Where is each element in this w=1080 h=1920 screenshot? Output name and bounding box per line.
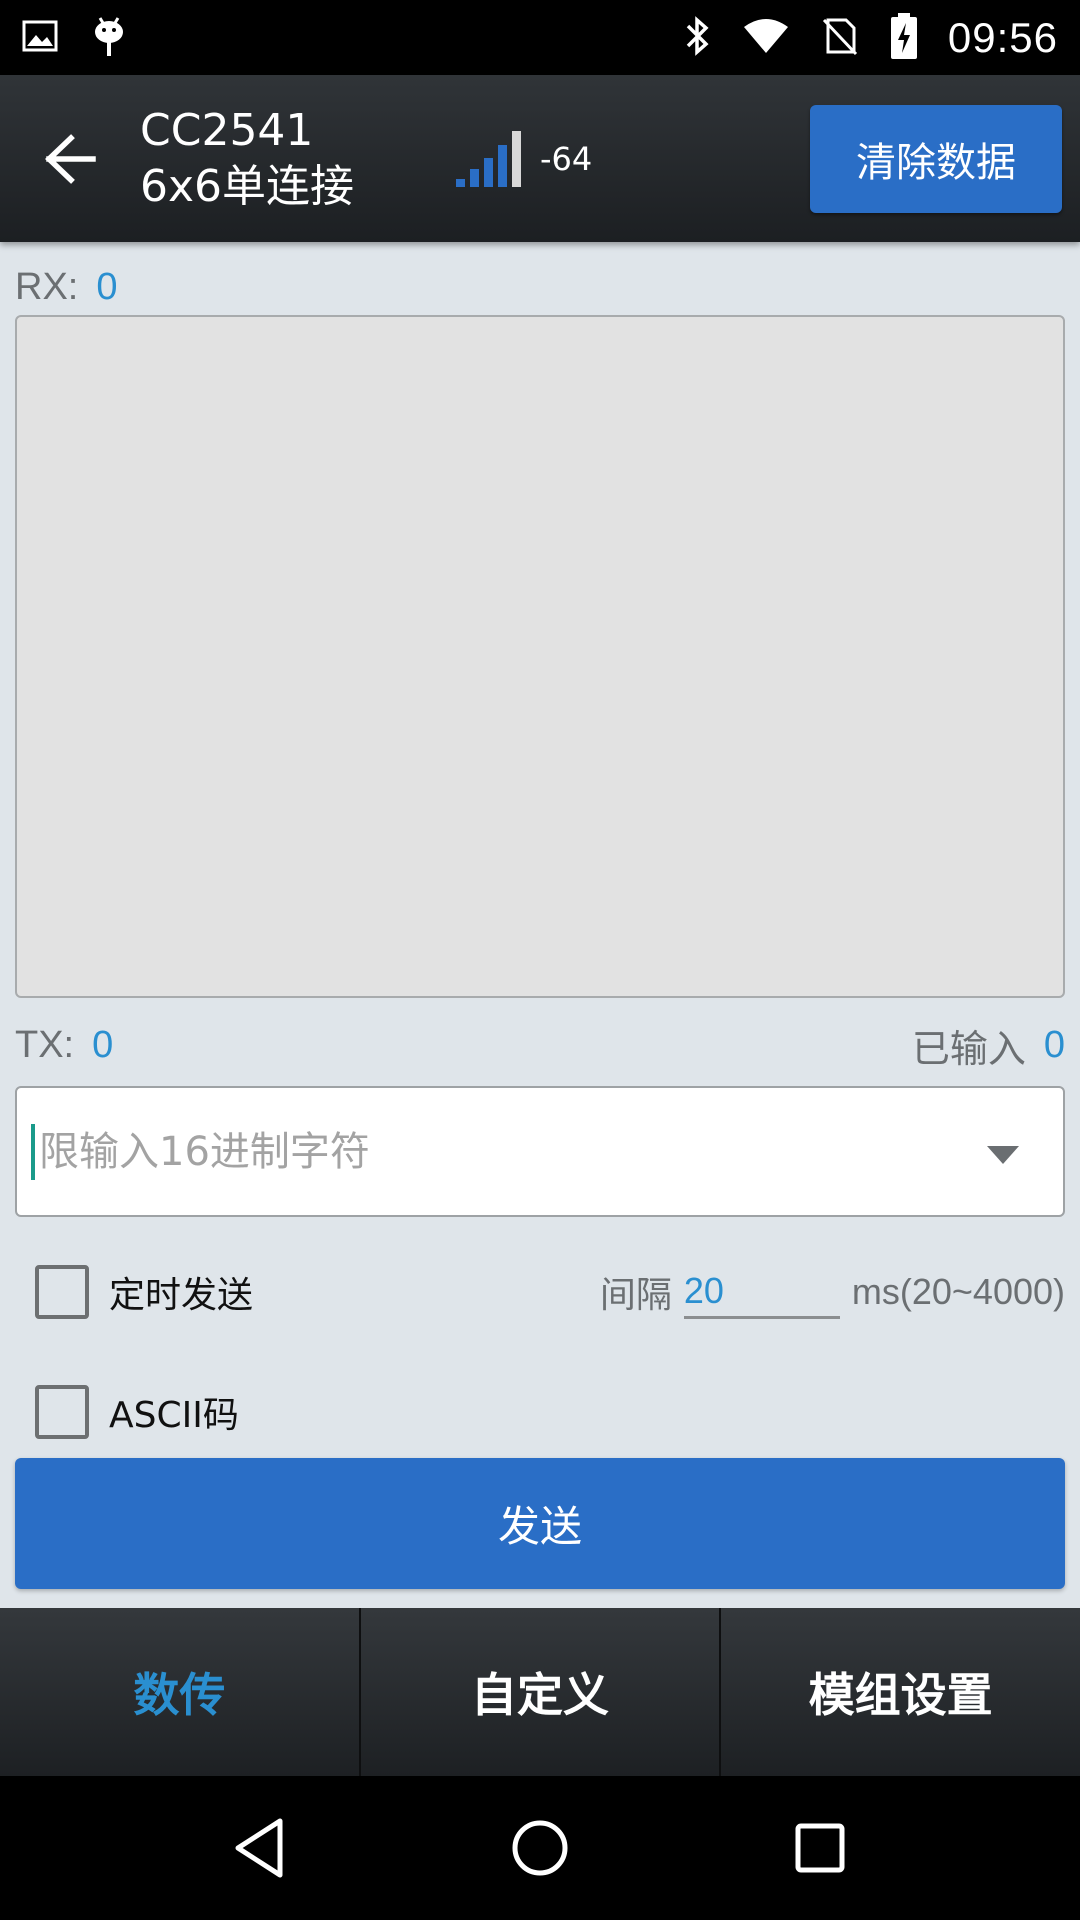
arrow-left-icon: [45, 133, 96, 184]
tx-row: TX: 0 已输入 0: [15, 1018, 1065, 1073]
signal-strength: -64: [454, 129, 592, 189]
timer-send-row: 定时发送 间隔 ms(20~4000): [35, 1262, 1065, 1322]
system-nav-bar: [0, 1776, 1080, 1920]
ascii-checkbox[interactable]: [35, 1385, 89, 1439]
tx-count: 0: [92, 1023, 114, 1066]
device-subtitle: 6x6单连接: [140, 160, 355, 212]
tab-data-transfer[interactable]: 数传: [0, 1608, 361, 1776]
entered-counter: 已输入 0: [912, 1018, 1065, 1073]
interval-unit: ms(20~4000): [851, 1271, 1065, 1312]
tx-label: TX:: [15, 1023, 75, 1066]
timer-send-label: 定时发送: [109, 1275, 254, 1316]
entered-label: 已输入: [911, 1028, 1026, 1071]
tab-custom[interactable]: 自定义: [361, 1608, 722, 1776]
text-caret: [31, 1123, 35, 1180]
ascii-row: ASCII码: [35, 1382, 239, 1442]
bottom-tab-bar: 数传 自定义 模组设置: [0, 1608, 1080, 1776]
tab-module-settings[interactable]: 模组设置: [721, 1608, 1080, 1776]
rx-label: RX:: [15, 265, 79, 308]
app-header: CC2541 6x6单连接 -64 清除数据: [0, 75, 1080, 242]
interval-group: 间隔 ms(20~4000): [599, 1265, 1065, 1319]
wifi-icon: [742, 17, 790, 59]
send-button[interactable]: 发送: [15, 1458, 1065, 1589]
no-sim-icon: [820, 16, 860, 60]
dropdown-arrow-icon[interactable]: [987, 1146, 1019, 1164]
nav-recents-icon: [795, 1823, 845, 1873]
rx-data-area[interactable]: [15, 315, 1065, 998]
rx-count: 0: [96, 265, 118, 308]
rssi-value: -64: [540, 139, 593, 178]
battery-charging-icon: [890, 12, 918, 63]
interval-input[interactable]: [683, 1265, 840, 1319]
rx-row: RX: 0: [15, 262, 1065, 312]
interval-label: 间隔: [599, 1275, 672, 1316]
device-name: CC2541: [140, 104, 314, 156]
nav-home-icon: [512, 1820, 568, 1876]
nav-recents-button[interactable]: [770, 1798, 870, 1898]
nav-home-button[interactable]: [490, 1798, 590, 1898]
clear-data-button[interactable]: 清除数据: [810, 104, 1062, 213]
image-icon: [22, 20, 58, 56]
entered-count: 0: [1043, 1023, 1065, 1066]
hex-input[interactable]: [39, 1128, 939, 1175]
device-info: CC2541 6x6单连接: [140, 103, 440, 215]
nav-back-icon: [235, 1818, 283, 1878]
hex-input-container: [15, 1086, 1065, 1217]
bluetooth-icon: [684, 14, 712, 62]
back-button[interactable]: [0, 75, 140, 242]
ascii-label: ASCII码: [109, 1395, 239, 1436]
signal-bars-icon: [456, 130, 521, 187]
android-debug-icon: [92, 14, 126, 62]
timer-send-checkbox[interactable]: [35, 1265, 89, 1319]
nav-back-button[interactable]: [210, 1798, 310, 1898]
status-bar: 09:56: [0, 0, 1080, 75]
status-time: 09:56: [947, 13, 1058, 61]
